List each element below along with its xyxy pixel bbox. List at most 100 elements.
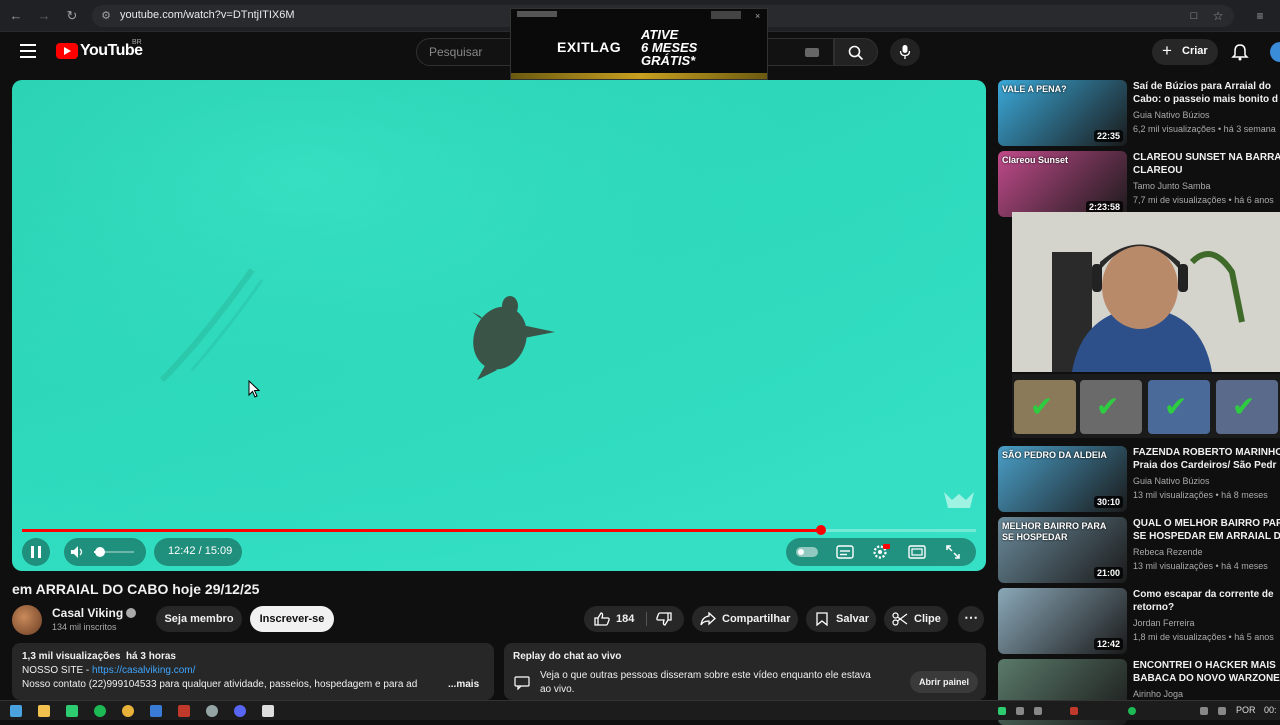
subtitles-icon[interactable] [836,545,854,559]
notifications-bell-icon[interactable] [1230,42,1250,62]
share-button[interactable]: Compartilhar [692,606,798,632]
contact-line: Nosso contato (22)999104533 para qualque… [22,679,418,690]
recommended-title[interactable]: CLAREOU SUNSET NA BARRA [1133,151,1280,164]
back-icon[interactable]: ← [8,8,24,24]
ad-close-icon[interactable]: × [755,11,760,21]
volume-control[interactable] [64,538,146,566]
language-indicator[interactable]: POR [1236,705,1256,715]
app-icon[interactable] [66,705,78,717]
recommended-title[interactable]: CLAREOU [1133,164,1280,177]
pause-button[interactable] [22,538,50,566]
channel-name[interactable]: Casal Viking [52,606,123,620]
duration-badge: 22:35 [1093,130,1123,142]
video-thumbnail[interactable]: 12:42 [998,588,1127,654]
start-icon[interactable] [10,705,22,717]
tray-icon[interactable] [998,707,1006,715]
time-display: 12:42 / 15:09 [154,538,242,566]
youtube-play-icon [56,43,78,59]
fullscreen-icon[interactable] [946,545,960,559]
autoplay-toggle[interactable] [796,547,818,557]
recommended-channel[interactable]: Tamo Junto Samba [1133,181,1211,191]
clip-button[interactable]: Clipe [884,606,948,632]
recommended-title[interactable]: Praia dos Cardeiros/ São Pedr [1133,459,1280,472]
tray-icon[interactable] [1070,707,1078,715]
discord-icon[interactable] [234,705,246,717]
file-explorer-icon[interactable] [38,705,50,717]
progress-bar[interactable] [22,525,976,535]
video-thumbnail[interactable]: VALE A PENA? 22:35 [998,80,1127,146]
recommended-channel[interactable]: Airinho Joga [1133,689,1183,699]
save-button[interactable]: Salvar [806,606,876,632]
recommended-title[interactable]: FAZENDA ROBERTO MARINHO [1133,446,1280,459]
recommended-title[interactable]: Cabo: o passeio mais bonito d [1133,93,1280,106]
channel-avatar[interactable] [12,605,42,635]
recommended-title[interactable]: QUAL O MELHOR BAIRRO PAR [1133,517,1280,530]
clock[interactable]: 00: [1264,705,1277,715]
recommended-channel[interactable]: Guia Nativo Búzios [1133,110,1210,120]
recommended-video[interactable]: Clareou Sunset 2:23:58 CLAREOU SUNSET NA B… [998,151,1280,217]
chat-icon [514,676,530,690]
reload-icon[interactable]: ↻ [64,8,80,24]
more-actions-icon[interactable]: ⋯ [958,606,984,632]
search-button[interactable] [834,38,878,66]
recommended-channel[interactable]: Guia Nativo Búzios [1133,476,1210,486]
video-thumbnail[interactable]: Clareou Sunset 2:23:58 [998,151,1127,217]
thumbnail-text: VALE A PENA? [1002,84,1067,94]
spotify-icon[interactable] [94,705,106,717]
recommended-title[interactable]: ENCONTREI O HACKER MAIS [1133,659,1280,672]
create-button[interactable]: + Criar [1152,39,1218,65]
tray-icon[interactable] [1016,707,1024,715]
app-icon[interactable] [206,705,218,717]
video-thumbnail[interactable]: MELHOR BAIRRO PARA SE HOSPEDAR 21:00 [998,517,1127,583]
settings-gear-icon[interactable] [872,544,890,560]
channel-watermark-icon[interactable] [942,488,976,516]
microphone-icon [899,45,911,59]
chat-replay-text: Veja o que outras pessoas disseram sobre… [540,670,871,681]
site-info-icon[interactable]: ⚙ [98,8,114,24]
video-thumbnail[interactable]: SÃO PEDRO DA ALDEIA 30:10 [998,446,1127,512]
account-avatar[interactable] [1270,42,1280,62]
volume-icon[interactable] [70,545,86,559]
chrome-icon[interactable] [122,705,134,717]
volume-knob[interactable] [95,547,105,557]
recommended-title[interactable]: Como escapar da corrente de [1133,588,1280,601]
show-more-link[interactable]: ...mais [448,679,479,690]
recommended-video[interactable]: MELHOR BAIRRO PARA SE HOSPEDAR 21:00 QUAL … [998,517,1280,583]
bookmark-star-icon[interactable]: ☆ [1210,8,1226,24]
recommended-title[interactable]: BABACA DO NOVO WARZONE [1133,672,1280,685]
recommended-channel[interactable]: Rebeca Rezende [1133,547,1203,557]
ad-banner[interactable]: × EXITLAG ATIVE 6 MESES GRÁTIS* [510,8,768,80]
tray-icon[interactable] [1034,707,1042,715]
volume-slider[interactable] [94,547,134,557]
open-panel-button[interactable]: Abrir painel [910,671,978,693]
like-icon[interactable] [594,612,610,626]
voice-search-button[interactable] [890,38,920,66]
forward-icon[interactable]: → [36,8,52,24]
checkmark-icon: ✔ [1096,391,1120,422]
dislike-icon[interactable] [656,612,672,626]
join-button[interactable]: Seja membro [156,606,242,632]
recommended-title[interactable]: SE HOSPEDAR EM ARRAIAL D [1133,530,1280,543]
subscribe-button[interactable]: Inscrever-se [250,606,334,632]
recommended-video[interactable]: VALE A PENA? 22:35 Saí de Búzios para Arra… [998,80,1280,146]
tray-icon[interactable] [1200,707,1208,715]
extensions-menu-icon[interactable]: ≡ [1252,8,1268,24]
keyboard-icon[interactable] [805,48,819,57]
hamburger-menu-icon[interactable] [20,44,36,58]
recommended-video[interactable]: SÃO PEDRO DA ALDEIA 30:10 FAZENDA ROBERTO … [998,446,1280,512]
recommended-title[interactable]: Saí de Búzios para Arraial do [1133,80,1280,93]
site-link[interactable]: https://casalviking.com/ [92,665,195,676]
recommended-channel[interactable]: Jordan Ferreira [1133,618,1195,628]
video-player[interactable]: 12:42 / 15:09 [12,80,986,571]
logo-country-code: BR [132,39,142,46]
app-icon[interactable] [262,705,274,717]
app-icon[interactable] [178,705,190,717]
tray-icon[interactable] [1128,707,1136,715]
recommended-video[interactable]: 12:42 Como escapar da corrente de retorno?… [998,588,1280,654]
recommended-title[interactable]: retorno? [1133,601,1280,614]
theater-mode-icon[interactable] [908,545,926,559]
install-icon[interactable]: □ [1186,8,1202,24]
description-box[interactable]: 1,3 mil visualizações há 3 horas NOSSO S… [12,643,494,700]
tray-icon[interactable] [1218,707,1226,715]
app-icon[interactable] [150,705,162,717]
